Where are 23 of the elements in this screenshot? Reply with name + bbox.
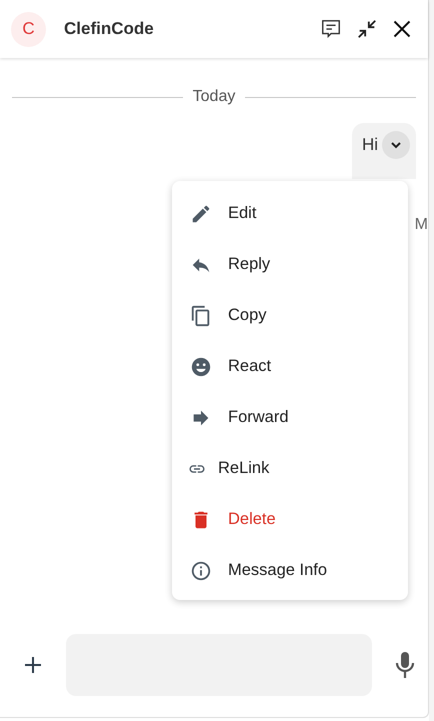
menu-item[interactable]: Edit bbox=[172, 188, 408, 239]
menu-item[interactable]: ReLink bbox=[172, 443, 408, 494]
menu-item[interactable]: Delete bbox=[172, 494, 408, 545]
message-icon[interactable] bbox=[320, 18, 342, 40]
copy-icon bbox=[190, 304, 212, 326]
close-icon[interactable] bbox=[392, 19, 412, 39]
message-time: M bbox=[414, 216, 428, 234]
menu-item[interactable]: React bbox=[172, 341, 408, 392]
smiley-icon bbox=[190, 356, 212, 378]
message-text: Hi bbox=[362, 135, 378, 155]
menu-item[interactable]: Reply bbox=[172, 239, 408, 290]
menu-item[interactable]: Message Info bbox=[172, 545, 408, 596]
menu-item[interactable]: Forward bbox=[172, 392, 408, 443]
menu-item[interactable]: Copy bbox=[172, 290, 408, 341]
avatar: C bbox=[11, 12, 46, 46]
chat-title: ClefinCode bbox=[64, 19, 155, 39]
info-icon bbox=[190, 560, 212, 582]
date-divider: Today bbox=[192, 88, 236, 106]
minimize-icon[interactable] bbox=[356, 18, 378, 40]
microphone-icon[interactable] bbox=[394, 651, 416, 679]
chevron-icon bbox=[390, 141, 402, 149]
pencil-icon bbox=[190, 202, 212, 224]
dropdown-button[interactable] bbox=[382, 131, 410, 159]
